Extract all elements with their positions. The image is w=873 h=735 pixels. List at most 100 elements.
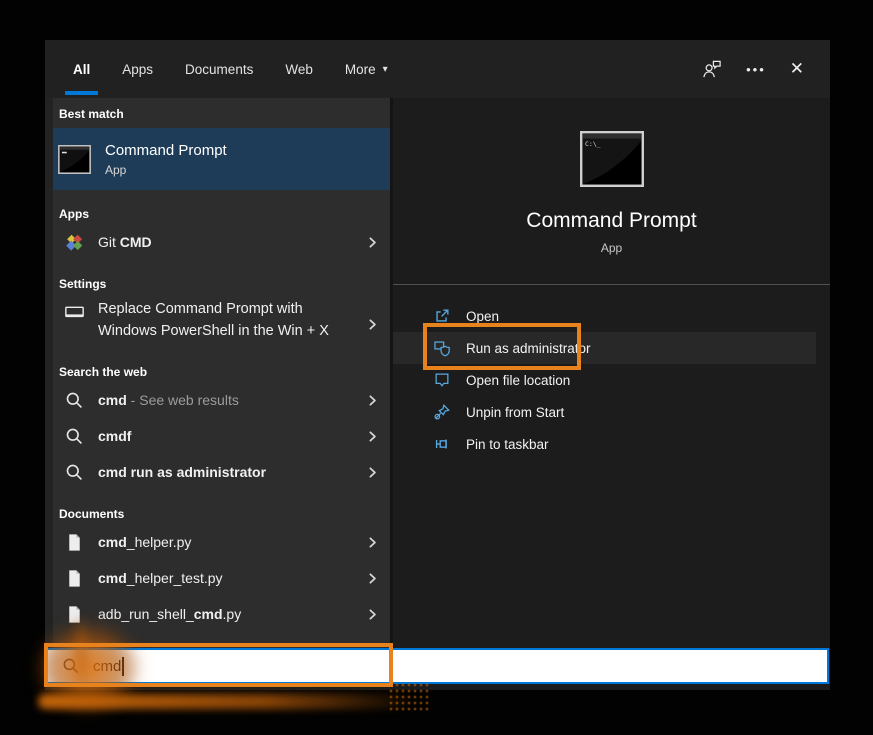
chevron-right-icon[interactable]	[365, 465, 380, 480]
git-cmd-icon	[65, 233, 84, 252]
result-section: Apps Git CMD	[53, 204, 390, 260]
result-segment: cmd	[98, 392, 127, 408]
result-section: Documentscmd_helper.pycmd_helper_test.py…	[53, 504, 390, 632]
document-icon	[65, 569, 84, 588]
orange-glow-streak	[38, 694, 418, 709]
result-segment: Git	[98, 234, 120, 250]
pin-icon	[433, 435, 451, 453]
result-text: cmd_helper.py	[98, 534, 191, 550]
main-split: Best match Command Prompt App Apps Git CMD Se…	[45, 98, 830, 648]
chevron-right-icon[interactable]	[365, 393, 380, 408]
result-row[interactable]: Replace Command Prompt withWindows Power…	[53, 294, 390, 354]
result-line: Replace Command Prompt with	[98, 298, 329, 320]
result-text: cmd - See web results	[98, 392, 239, 408]
search-icon	[65, 463, 84, 482]
result-segment: CMD	[120, 234, 152, 250]
result-row[interactable]: cmdf	[53, 418, 390, 454]
tab-apps[interactable]: Apps	[119, 40, 156, 98]
search-icon	[65, 391, 84, 410]
section-header: Best match	[53, 104, 390, 124]
tab-more[interactable]: More ▾	[342, 40, 391, 98]
result-title: Command Prompt	[105, 142, 227, 159]
chevron-down-icon: ▾	[383, 64, 388, 75]
result-segment: cmd run as administrator	[98, 464, 266, 480]
tab-web[interactable]: Web	[282, 40, 316, 98]
tab-label: Documents	[185, 62, 253, 77]
command-prompt-icon: C:\_	[580, 131, 644, 187]
feedback-icon[interactable]	[701, 59, 722, 79]
action-pin-to-taskbar[interactable]: Pin to taskbar	[393, 428, 830, 460]
result-row[interactable]: cmd_helper.py	[53, 524, 390, 560]
result-section: Best match Command Prompt App	[53, 104, 390, 190]
result-segment: _helper_test.py	[127, 570, 223, 586]
search-icon	[65, 427, 84, 446]
best-match-result[interactable]: Command Prompt App	[53, 128, 390, 190]
svg-text:C:\_: C:\_	[585, 140, 601, 148]
result-row[interactable]: adb_run_shell_cmd.py	[53, 596, 390, 632]
tab-label: Web	[285, 62, 313, 77]
tab-bar: All Apps Documents Web More ▾ ••• ✕	[45, 40, 830, 98]
close-icon[interactable]: ✕	[790, 59, 804, 79]
tab-documents[interactable]: Documents	[182, 40, 256, 98]
action-label: Unpin from Start	[466, 405, 564, 420]
action-label: Open file location	[466, 373, 570, 388]
chevron-right-icon[interactable]	[365, 235, 380, 250]
result-text: cmd run as administrator	[98, 464, 266, 480]
preview-subtitle: App	[393, 241, 830, 255]
result-segment: cmd	[98, 534, 127, 550]
chevron-right-icon[interactable]	[365, 607, 380, 622]
result-text: Git CMD	[98, 234, 152, 250]
result-row[interactable]: cmd run as administrator	[53, 454, 390, 490]
result-subtitle: App	[105, 163, 227, 177]
tab-all[interactable]: All	[70, 40, 93, 98]
action-label: Pin to taskbar	[466, 437, 549, 452]
result-text: cmdf	[98, 428, 131, 444]
result-section: SettingsReplace Command Prompt withWindo…	[53, 274, 390, 354]
chevron-right-icon[interactable]	[365, 429, 380, 444]
unpin-icon	[433, 403, 451, 421]
result-segment: cmd	[98, 570, 127, 586]
result-row[interactable]: Git CMD	[53, 224, 390, 260]
result-row[interactable]: cmd_helper_test.py	[53, 560, 390, 596]
detail-panel: C:\_ Command Prompt App OpenRun as admin…	[393, 98, 830, 648]
action-unpin-from-start[interactable]: Unpin from Start	[393, 396, 830, 428]
result-segment: cmd	[194, 606, 223, 622]
tab-label: All	[73, 62, 90, 77]
result-section: Search the web cmd - See web results cmdf c…	[53, 362, 390, 490]
display-icon	[65, 303, 84, 322]
section-header: Settings	[53, 274, 390, 294]
section-header: Search the web	[53, 362, 390, 382]
action-label: Open	[466, 309, 499, 324]
cmd-icon	[58, 145, 91, 174]
document-icon	[65, 533, 84, 552]
tab-label: Apps	[122, 62, 153, 77]
annotation-box-run-as-administrator	[423, 323, 581, 370]
preview-divider	[393, 284, 830, 285]
chevron-right-icon[interactable]	[365, 571, 380, 586]
result-text: cmd_helper_test.py	[98, 570, 223, 586]
chevron-right-icon[interactable]	[365, 535, 380, 550]
chevron-right-icon[interactable]	[365, 317, 380, 332]
document-icon	[65, 605, 84, 624]
result-segment: - See web results	[127, 392, 239, 408]
result-row[interactable]: cmd - See web results	[53, 382, 390, 418]
annotation-box-search-input	[44, 643, 393, 687]
preview-title: Command Prompt	[393, 209, 830, 233]
tab-label: More	[345, 62, 376, 77]
file-location-icon	[433, 371, 451, 389]
titlebar-icons: ••• ✕	[701, 40, 804, 98]
app-preview: C:\_ Command Prompt App	[393, 131, 830, 255]
result-text: Replace Command Prompt withWindows Power…	[98, 294, 329, 342]
result-segment: .py	[223, 606, 242, 622]
result-text: Command Prompt App	[105, 142, 227, 177]
ellipsis-icon[interactable]: •••	[746, 62, 766, 77]
result-text: adb_run_shell_cmd.py	[98, 606, 241, 622]
result-segment: adb_run_shell_	[98, 606, 194, 622]
result-segment: _helper.py	[127, 534, 192, 550]
result-segment: cmdf	[98, 428, 131, 444]
results-list: Best match Command Prompt App Apps Git CMD Se…	[45, 98, 390, 648]
screenshot-canvas: { "tabs": { "arrow_glyph": "▾", "items":…	[0, 0, 873, 735]
section-header: Documents	[53, 504, 390, 524]
section-header: Apps	[53, 204, 390, 224]
result-line: Windows PowerShell in the Win + X	[98, 320, 329, 342]
